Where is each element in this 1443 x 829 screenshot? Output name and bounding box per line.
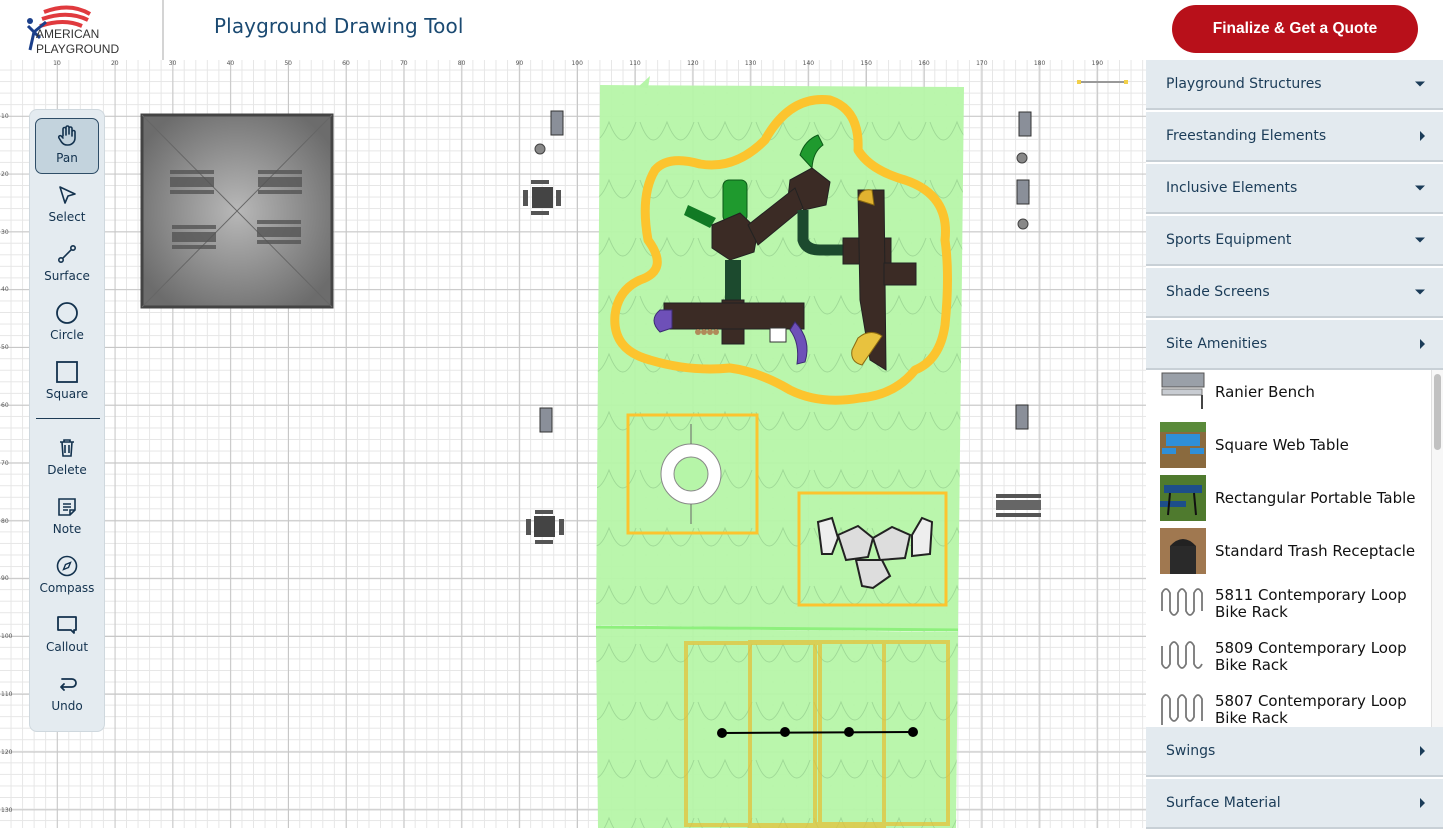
tool-surface[interactable]: Surface <box>35 237 99 293</box>
tool-label: Note <box>52 522 82 536</box>
tool-compass[interactable]: Compass <box>35 549 99 605</box>
category-label: Shade Screens <box>1166 284 1270 300</box>
page-title: Playground Drawing Tool <box>214 14 464 38</box>
caret-right-icon <box>1420 339 1425 349</box>
tool-callout[interactable]: Callout <box>35 608 99 664</box>
svg-text:PLAYGROUND: PLAYGROUND <box>36 42 119 56</box>
product-item-ranier-bench[interactable]: Ranier Bench <box>1160 370 1430 417</box>
bike-rack-thumbnail-icon <box>1161 694 1203 725</box>
square-icon <box>56 361 78 383</box>
product-name: Rectangular Portable Table <box>1215 488 1416 507</box>
tool-note[interactable]: Note <box>35 490 99 546</box>
canvas-drawing <box>140 76 1128 828</box>
trash-icon <box>60 439 74 457</box>
category-label: Sports Equipment <box>1166 232 1292 248</box>
square-table-thumbnail-icon <box>1160 422 1206 468</box>
product-name: 5809 Contemporary Loop Bike Rack <box>1215 639 1407 674</box>
finalize-quote-button[interactable]: Finalize & Get a Quote <box>1172 5 1418 53</box>
category-inclusive-elements[interactable]: Inclusive Elements <box>1146 164 1443 214</box>
tool-label: Circle <box>50 328 84 342</box>
caret-down-icon <box>1415 289 1425 295</box>
bench-thumbnail-icon <box>1161 372 1205 409</box>
caret-down-icon <box>1415 185 1425 191</box>
pointer-icon <box>59 186 76 204</box>
callout-icon <box>57 616 77 634</box>
surface-area-upper[interactable] <box>596 76 964 630</box>
caret-down-icon <box>1415 237 1425 243</box>
bike-rack-thumbnail-icon <box>1161 641 1203 669</box>
product-item-rectangular-portable-table[interactable]: Rectangular Portable Table <box>1160 473 1430 523</box>
undo-icon <box>60 678 77 691</box>
category-label: Playground Structures <box>1166 76 1322 92</box>
toolbar-divider <box>36 418 100 419</box>
tool-label: Delete <box>47 463 87 477</box>
drawing-toolbar: Pan Select Surface Circle Square Delete … <box>29 109 105 732</box>
tool-label: Undo <box>51 699 83 713</box>
category-label: Surface Material <box>1166 795 1281 811</box>
american-playground-logo[interactable]: AMERICAN PLAYGROUND <box>22 4 144 56</box>
product-sidebar: Playground Structures Freestanding Eleme… <box>1146 60 1443 829</box>
rect-table-thumbnail-icon <box>1160 475 1206 521</box>
compass-icon <box>56 555 78 577</box>
category-label: Freestanding Elements <box>1166 128 1327 144</box>
tool-undo[interactable]: Undo <box>35 667 99 723</box>
tool-label: Square <box>45 387 89 401</box>
tool-pan[interactable]: Pan <box>35 118 99 174</box>
category-label: Swings <box>1166 743 1216 759</box>
scrollbar-thumb[interactable] <box>1434 374 1441 450</box>
category-site-amenities[interactable]: Site Amenities <box>1146 320 1443 370</box>
tool-label: Pan <box>56 151 78 165</box>
product-item-5809-bike-rack[interactable]: 5809 Contemporary Loop Bike Rack <box>1160 632 1430 682</box>
category-label: Inclusive Elements <box>1166 180 1298 196</box>
product-item-square-web-table[interactable]: Square Web Table <box>1160 420 1430 470</box>
caret-down-icon <box>1415 81 1425 87</box>
caret-right-icon <box>1420 798 1425 808</box>
category-sports-equipment[interactable]: Sports Equipment <box>1146 216 1443 266</box>
tool-label: Compass <box>39 581 95 595</box>
category-swings[interactable]: Swings <box>1146 727 1443 777</box>
product-name: 5807 Contemporary Loop Bike Rack <box>1215 692 1407 727</box>
site-amenities-list: Ranier Bench Square Web Table Rectangula… <box>1146 370 1443 727</box>
tool-square[interactable]: Square <box>35 355 99 411</box>
header-divider <box>162 0 164 60</box>
product-name: 5811 Contemporary Loop Bike Rack <box>1215 586 1407 621</box>
product-name: Square Web Table <box>1215 435 1349 454</box>
category-playground-structures[interactable]: Playground Structures <box>1146 60 1443 110</box>
tool-label: Surface <box>44 269 90 283</box>
product-item-5807-bike-rack[interactable]: 5807 Contemporary Loop Bike Rack <box>1160 685 1430 727</box>
shade-structure[interactable] <box>140 113 334 309</box>
category-surface-material[interactable]: Surface Material <box>1146 779 1443 829</box>
product-name: Ranier Bench <box>1215 382 1315 401</box>
tool-select[interactable]: Select <box>35 178 99 234</box>
product-item-5811-bike-rack[interactable]: 5811 Contemporary Loop Bike Rack <box>1160 579 1430 629</box>
list-scrollbar[interactable] <box>1431 370 1443 727</box>
trash-can-thumbnail-icon <box>1160 528 1206 574</box>
category-shade-screens[interactable]: Shade Screens <box>1146 268 1443 318</box>
category-freestanding-elements[interactable]: Freestanding Elements <box>1146 112 1443 162</box>
logo-mark-icon: AMERICAN PLAYGROUND <box>26 5 119 56</box>
tool-label: Select <box>48 210 86 224</box>
product-item-standard-trash-receptacle[interactable]: Standard Trash Receptacle <box>1160 526 1430 576</box>
tool-circle[interactable]: Circle <box>35 296 99 352</box>
product-name: Standard Trash Receptacle <box>1215 541 1416 560</box>
bike-rack-thumbnail-icon <box>1161 588 1203 616</box>
surface-line-icon <box>57 244 77 264</box>
drawing-canvas[interactable]: 10 20 30 40 50 60 70 80 90 100 110 120 130 140 150 160 1… <box>0 60 1146 828</box>
surface-area-lower[interactable] <box>595 625 959 828</box>
caret-right-icon <box>1420 746 1425 756</box>
circle-icon <box>56 302 78 324</box>
caret-right-icon <box>1420 131 1425 141</box>
note-icon <box>58 498 76 516</box>
app-header: AMERICAN PLAYGROUND Playground Drawing T… <box>0 0 1443 60</box>
hand-icon <box>57 125 76 146</box>
svg-text:AMERICAN: AMERICAN <box>36 27 99 41</box>
category-label: Site Amenities <box>1166 336 1268 352</box>
tool-delete[interactable]: Delete <box>35 431 99 487</box>
tool-label: Callout <box>45 640 89 654</box>
